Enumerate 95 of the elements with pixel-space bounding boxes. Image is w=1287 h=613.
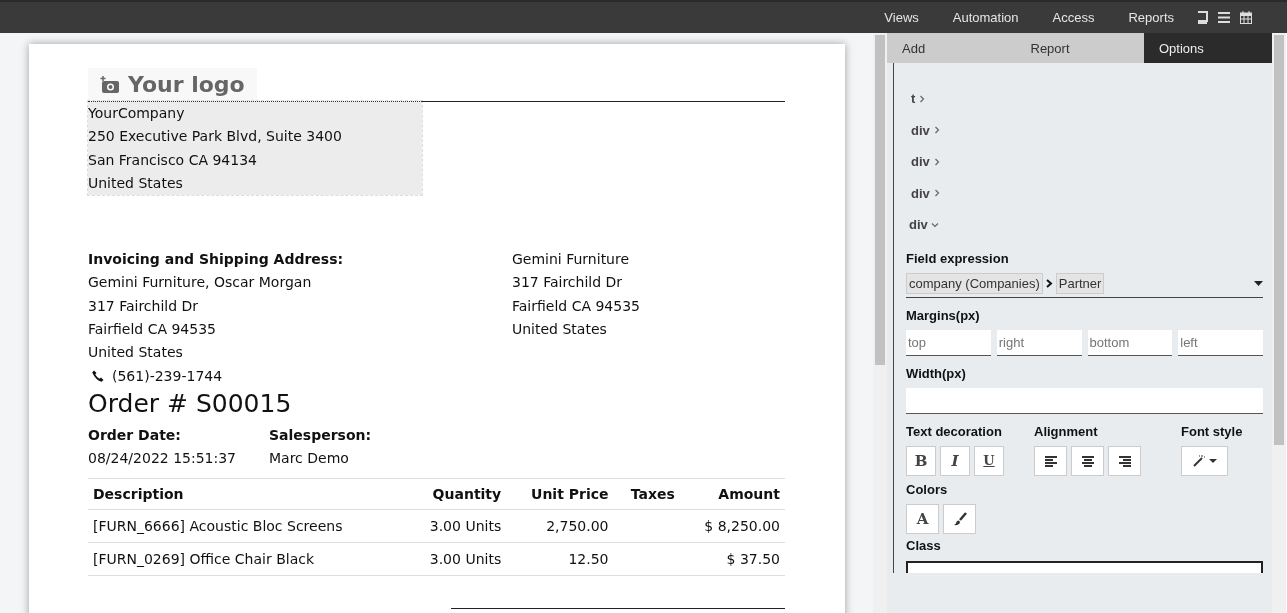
text-decoration-button[interactable]: B: [906, 445, 936, 476]
company-address-line: 250 Executive Park Blvd, Suite 3400: [88, 127, 343, 147]
align-left-icon: [1043, 454, 1058, 467]
margin-input[interactable]: right: [996, 329, 1082, 356]
column-header: Taxes: [613, 478, 680, 510]
table-cell: [FURN_0269] Office Chair Black: [88, 542, 407, 576]
path-chip: Partner: [1055, 272, 1105, 294]
brush-icon: [952, 511, 967, 526]
partner-address-line: Fairfield CA 94535: [512, 296, 641, 316]
node-label: div: [911, 185, 930, 201]
column-header: Unit Price: [506, 478, 614, 510]
field-label: Font style: [1181, 423, 1244, 439]
company-address-line: YourCompany: [88, 104, 186, 123]
align-right-icon: [1117, 454, 1132, 467]
camera-plus-icon: [100, 75, 120, 94]
tree-node[interactable]: div: [906, 146, 1263, 178]
align-center-button[interactable]: [1071, 445, 1104, 476]
font-style-dropdown[interactable]: [1181, 445, 1228, 476]
company-address-line: United States: [88, 173, 184, 193]
chevron-down-icon: [930, 220, 939, 229]
width-input[interactable]: [906, 387, 1263, 414]
table-cell: $ 37.50: [679, 542, 785, 576]
field-expression-select[interactable]: company (Companies) Partner: [906, 272, 1263, 298]
text-decoration-button[interactable]: U: [974, 445, 1004, 476]
margin-input[interactable]: left: [1178, 329, 1263, 356]
align-center-icon: [1080, 454, 1095, 467]
margin-input[interactable]: bottom: [1087, 329, 1173, 356]
field-label: Text decoration: [906, 423, 1003, 439]
address-title: Invoicing and Shipping Address:: [88, 250, 345, 270]
info-value: Marc Demo: [269, 448, 350, 468]
scrollbar[interactable]: [873, 33, 887, 613]
chevron-right-icon: [932, 189, 941, 198]
text-decoration-button[interactable]: I: [940, 445, 970, 476]
table-cell: $ 8,250.00: [679, 509, 785, 543]
address-line: Fairfield CA 94535: [88, 320, 217, 340]
chevron-right-icon: [932, 126, 941, 135]
column-header: Quantity: [406, 478, 507, 510]
scrollbar[interactable]: [1272, 33, 1286, 613]
magic-wand-icon: [1192, 454, 1205, 467]
menu-item[interactable]: Views: [867, 10, 936, 25]
margin-input[interactable]: top: [906, 329, 991, 356]
node-label: div: [909, 217, 928, 233]
node-label: t: [911, 91, 916, 107]
align-left-button[interactable]: [1034, 445, 1067, 476]
table-cell: 12.50: [506, 542, 614, 576]
chevron-right-icon: [918, 94, 927, 103]
tree-node[interactable]: div: [906, 114, 1263, 146]
menu-item[interactable]: Reports: [1111, 10, 1191, 25]
tree-node[interactable]: t: [906, 83, 1263, 115]
address-line: 317 Fairchild Dr: [88, 296, 200, 316]
tree-node[interactable]: div: [906, 177, 1263, 209]
caret-down-icon: [1254, 280, 1263, 286]
menu-item[interactable]: Automation: [935, 10, 1036, 25]
node-label: div: [911, 154, 930, 170]
phone-icon: [92, 370, 104, 383]
field-label: Alignment: [1034, 423, 1099, 439]
partner-address-line: Gemini Furniture: [512, 250, 631, 270]
node-label: div: [911, 122, 930, 138]
menu-icon[interactable]: [1218, 12, 1230, 23]
column-header: Description: [88, 478, 407, 510]
company-address-block[interactable]: YourCompany 250 Executive Park Blvd, Suite 3400 San Francisco CA 94134 United States: [88, 101, 422, 196]
phone-number: (561)-239-1744: [112, 366, 223, 386]
table-cell: 3.00 Units: [406, 542, 507, 576]
field-label: Colors: [906, 481, 949, 497]
text-color-button[interactable]: A: [906, 503, 939, 534]
calendar-icon[interactable]: [1240, 11, 1252, 24]
info-value: 08/24/2022 15:51:37: [88, 448, 238, 468]
partner-address-line: 317 Fairchild Dr: [512, 273, 624, 293]
logo-text: Your logo: [128, 72, 245, 97]
table-cell: 2,750.00: [506, 509, 614, 543]
field-label: Class: [906, 537, 942, 553]
info-label: Salesperson:: [269, 425, 373, 445]
column-header: Amount: [679, 478, 785, 510]
order-title: Order # S00015: [88, 387, 293, 420]
align-right-button[interactable]: [1108, 445, 1141, 476]
chevron-right-icon: [932, 157, 941, 166]
chevron-right-icon: [1045, 278, 1053, 288]
partner-address-line: United States: [512, 320, 608, 340]
field-label: Width(px): [906, 365, 967, 381]
address-line: Gemini Furniture, Oscar Morgan: [88, 273, 313, 293]
address-line: United States: [88, 343, 184, 363]
menu-item[interactable]: Access: [1035, 10, 1112, 25]
path-chip: company (Companies): [906, 272, 1043, 294]
info-label: Order Date:: [88, 425, 182, 445]
table-cell: [FURN_6666] Acoustic Bloc Screens: [88, 509, 407, 543]
caret-down-icon: [1208, 458, 1217, 463]
brush-button[interactable]: [943, 503, 976, 534]
field-label: Field expression: [906, 250, 1010, 266]
logo-placeholder[interactable]: Your logo: [88, 68, 257, 101]
company-address-line: San Francisco CA 94134: [88, 150, 258, 170]
table-cell: 3.00 Units: [406, 509, 507, 543]
class-input[interactable]: [906, 560, 1263, 573]
field-label: Margins(px): [906, 307, 981, 323]
panel-tab[interactable]: Options: [1144, 33, 1272, 63]
tree-node[interactable]: div: [906, 209, 1263, 241]
